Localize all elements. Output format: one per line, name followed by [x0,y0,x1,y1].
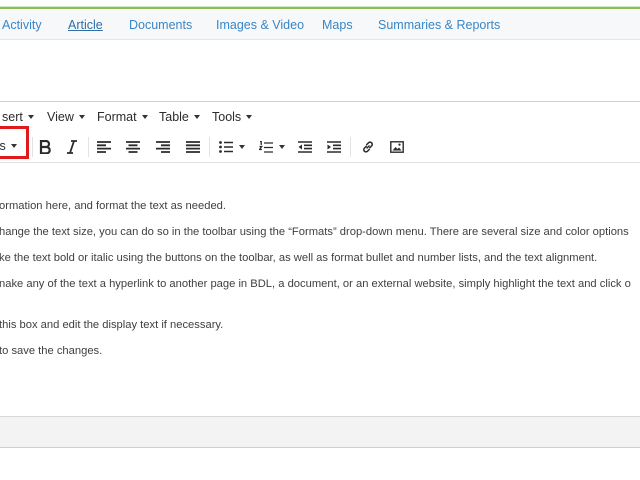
menu-table[interactable]: Table [159,110,200,124]
bold-button[interactable] [38,138,52,156]
editor-statusbar [0,416,640,447]
editor-menubar: sert View Format Table Tools [0,102,640,131]
link-icon [363,141,373,153]
tab-maps[interactable]: Maps [322,18,353,32]
chevron-down-icon [279,145,285,149]
italic-icon [67,140,77,154]
outdent-icon [298,141,312,153]
content-line: hange the text size, you can do so in th… [0,226,629,238]
menu-view[interactable]: View [47,110,85,124]
toolbar-divider [32,137,33,157]
chevron-down-icon [78,115,85,119]
chevron-down-icon [193,115,200,119]
tab-images-video[interactable]: Images & Video [216,18,304,32]
tab-documents[interactable]: Documents [129,18,192,32]
toolbar-divider [350,137,351,157]
menu-insert-label: sert [2,110,23,124]
align-center-icon [126,141,140,153]
outdent-button[interactable] [297,138,313,156]
toolbar-divider [209,137,210,157]
insert-link-button[interactable] [360,138,376,156]
align-right-button[interactable] [155,138,171,156]
editor-toolbar: ts [0,131,640,163]
indent-button[interactable] [326,138,342,156]
formats-highlight-box [0,126,29,159]
toolbar-divider [88,137,89,157]
content-line: to save the changes. [0,345,103,357]
align-left-icon [97,141,111,153]
numbered-list-button[interactable] [257,138,287,156]
menu-format[interactable]: Format [97,110,148,124]
image-icon [390,141,404,153]
bullet-list-button[interactable] [217,138,247,156]
chevron-down-icon [27,115,34,119]
menu-insert[interactable]: sert [2,110,34,124]
bullet-list-icon [219,141,233,153]
chevron-down-icon [141,115,148,119]
numbered-list-icon [259,140,273,153]
align-left-button[interactable] [96,138,112,156]
menu-table-label: Table [159,110,189,124]
bold-icon [39,140,51,154]
menu-tools[interactable]: Tools [212,110,253,124]
tab-activity[interactable]: Activity [2,18,42,32]
align-center-button[interactable] [125,138,141,156]
align-right-icon [156,141,170,153]
tab-summaries-reports[interactable]: Summaries & Reports [378,18,500,32]
content-line: nake any of the text a hyperlink to anot… [0,278,631,290]
rich-text-editor: sert View Format Table Tools ts [0,101,640,448]
chevron-down-icon [239,145,245,149]
insert-image-button[interactable] [389,138,405,156]
tab-article[interactable]: Article [68,18,103,32]
menu-view-label: View [47,110,74,124]
bottom-strip [0,476,640,480]
chevron-down-icon [246,115,253,119]
content-line: ke the text bold or italic using the but… [0,252,598,264]
menu-format-label: Format [97,110,137,124]
menu-tools-label: Tools [212,110,242,124]
top-accent-bar [0,0,640,9]
indent-icon [327,141,341,153]
italic-button[interactable] [65,138,79,156]
section-tabs: Activity Article Documents Images & Vide… [0,10,640,40]
align-justify-button[interactable] [185,138,201,156]
align-justify-icon [186,141,200,153]
content-line: this box and edit the display text if ne… [0,319,224,331]
content-line: ormation here, and format the text as ne… [0,200,226,212]
